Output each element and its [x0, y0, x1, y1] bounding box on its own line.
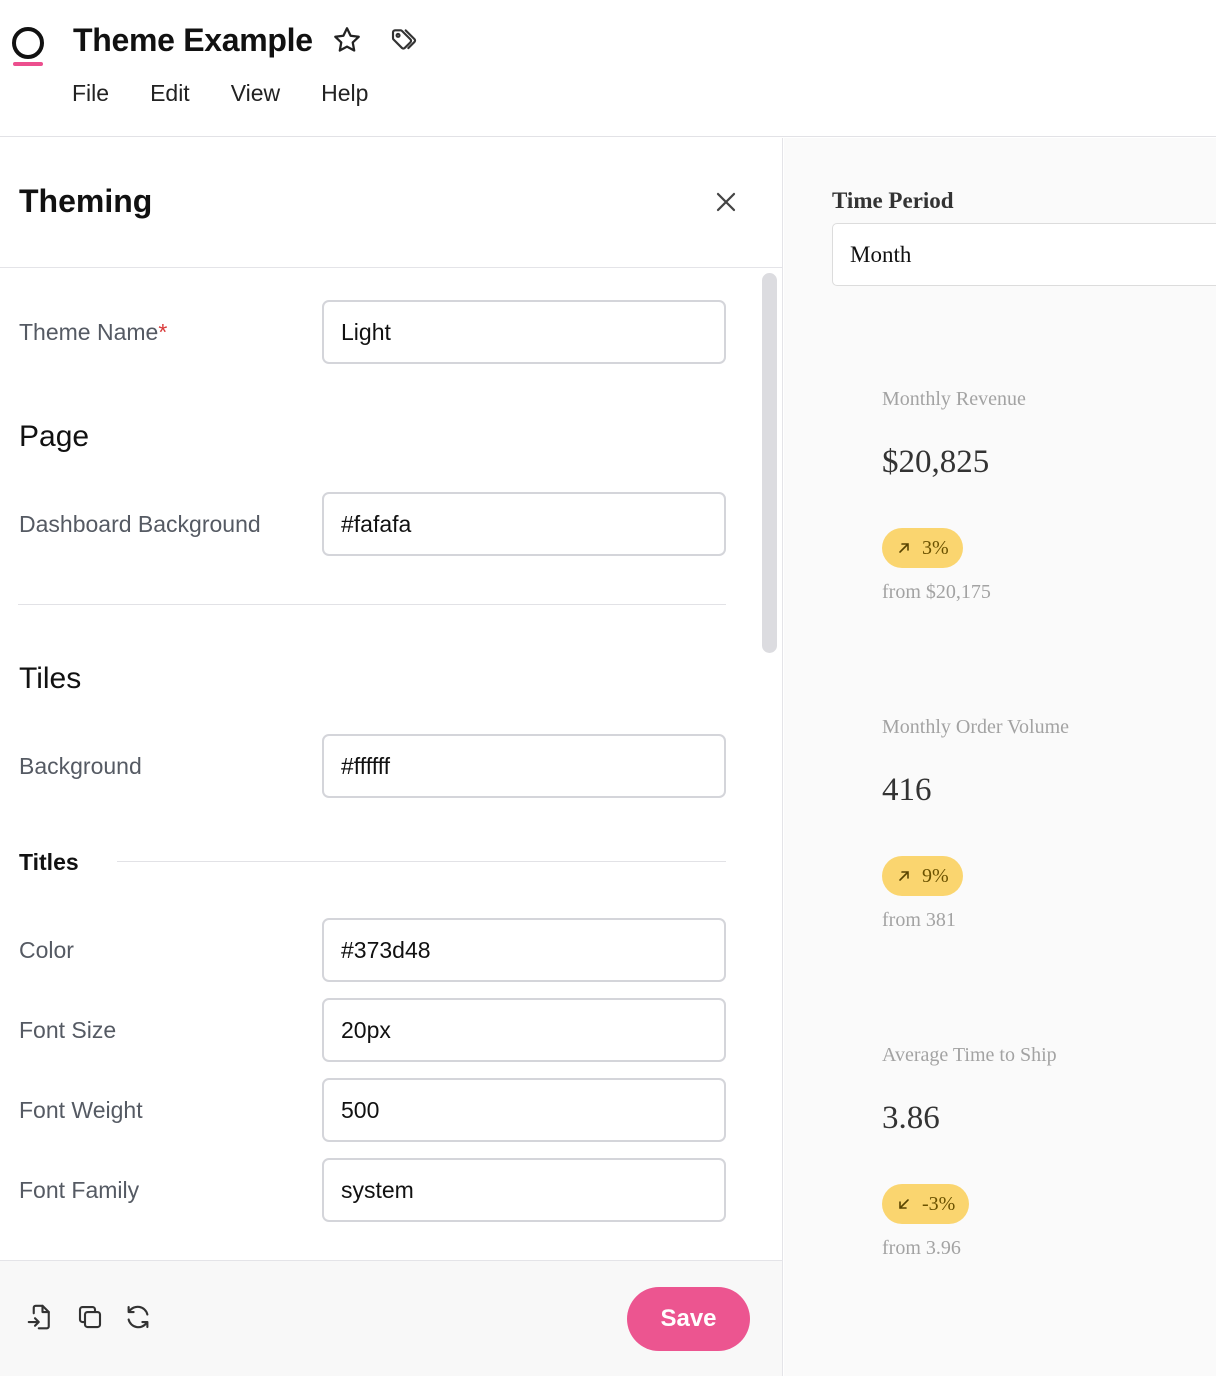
time-period-select[interactable]: Month — [832, 223, 1216, 286]
kpi-change: 3% — [922, 536, 949, 559]
theme-name-input[interactable] — [322, 300, 726, 364]
title-font-weight-input[interactable] — [322, 1078, 726, 1142]
section-page-title: Page — [19, 420, 90, 453]
menubar: File Edit View Help — [72, 80, 409, 107]
kpi-value: 3.86 — [882, 1100, 940, 1136]
panel-title: Theming — [19, 183, 153, 219]
title-font-family-input[interactable] — [322, 1158, 726, 1222]
theming-panel: Theming Theme Name* Page Dashboard Backg… — [0, 138, 783, 1376]
panel-footer: Save — [0, 1260, 782, 1376]
section-divider — [18, 604, 726, 605]
title-font-size-input[interactable] — [322, 998, 726, 1062]
menu-file[interactable]: File — [72, 80, 109, 107]
kpi-from: from 381 — [882, 909, 956, 931]
time-period-label: Time Period — [832, 188, 954, 213]
title-color-label: Color — [19, 937, 74, 963]
menu-help[interactable]: Help — [321, 80, 368, 107]
section-tiles-title: Tiles — [19, 662, 82, 695]
logo-underline — [13, 62, 43, 66]
tag-icon[interactable] — [389, 25, 421, 57]
title-color-input[interactable] — [322, 918, 726, 982]
logo-ring — [12, 27, 44, 59]
arrow-up-right-icon — [899, 871, 909, 881]
app-header: Theme Example File Edit View Help — [0, 0, 1216, 137]
kpi-from: from $20,175 — [882, 581, 991, 603]
dashboard-background-input[interactable] — [322, 492, 726, 556]
kpi-from: from 3.96 — [882, 1237, 961, 1259]
subsection-divider — [117, 861, 726, 862]
kpi-change-badge: 9% — [882, 856, 963, 896]
panel-header: Theming — [0, 138, 782, 268]
kpi-change: -3% — [922, 1192, 956, 1215]
menu-view[interactable]: View — [231, 80, 280, 107]
time-period-value: Month — [850, 241, 912, 267]
reset-icon[interactable] — [123, 1302, 153, 1332]
tiles-background-input[interactable] — [322, 734, 726, 798]
kpi-change-badge: 3% — [882, 528, 963, 568]
arrow-down-left-icon — [899, 1199, 909, 1209]
kpi-title: Monthly Order Volume — [882, 716, 1070, 738]
save-button[interactable]: Save — [627, 1287, 750, 1351]
tiles-background-label: Background — [19, 753, 142, 779]
kpi-title: Average Time to Ship — [882, 1044, 1057, 1066]
close-icon[interactable] — [710, 186, 742, 218]
dashboard-preview: Time Period Month Monthly Revenue $20,82… — [784, 138, 1216, 1376]
menu-edit[interactable]: Edit — [150, 80, 190, 107]
title-font-size-label: Font Size — [19, 1017, 117, 1043]
kpi-value: $20,825 — [882, 444, 990, 480]
required-mark: * — [158, 319, 168, 345]
kpi-value: 416 — [882, 772, 932, 808]
panel-scrollbar[interactable] — [762, 273, 777, 653]
dashboard-background-label: Dashboard Background — [19, 511, 261, 537]
kpi-change-badge: -3% — [882, 1184, 970, 1224]
star-icon[interactable] — [331, 24, 363, 56]
theme-name-label: Theme Name* — [19, 319, 167, 346]
app-title: Theme Example — [73, 22, 313, 58]
logo-icon[interactable] — [12, 27, 44, 67]
kpi-title: Monthly Revenue — [882, 388, 1026, 410]
kpi-change: 9% — [922, 864, 949, 887]
theme-name-label-text: Theme Name — [19, 319, 159, 345]
title-font-family-label: Font Family — [19, 1177, 140, 1203]
title-font-weight-label: Font Weight — [19, 1097, 143, 1123]
duplicate-icon[interactable] — [75, 1302, 105, 1332]
arrow-up-right-icon — [899, 543, 909, 553]
import-icon[interactable] — [25, 1302, 55, 1332]
subsection-titles-title: Titles — [19, 849, 79, 875]
